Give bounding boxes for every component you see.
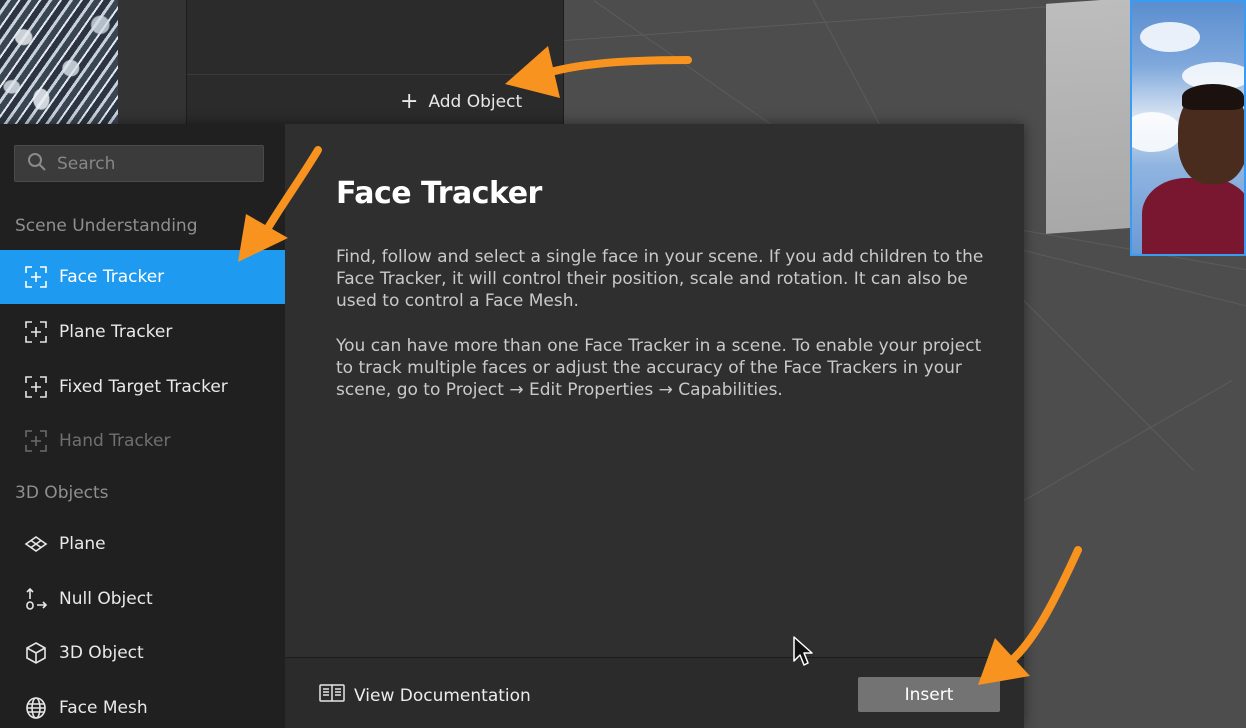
sidebar-item-plane[interactable]: Plane [0, 517, 285, 571]
sidebar-item-plane-tracker[interactable]: Plane Tracker [0, 305, 285, 359]
sidebar-item-label: Plane [59, 534, 106, 554]
section-label-3d-objects: 3D Objects [15, 483, 109, 503]
sidebar-item-face-tracker[interactable]: Face Tracker [0, 250, 285, 304]
search-input[interactable] [57, 153, 247, 174]
tracker-icon [23, 375, 48, 400]
sidebar-item-fixed-target-tracker[interactable]: Fixed Target Tracker [0, 360, 285, 414]
view-documentation-label: View Documentation [354, 685, 531, 706]
person-hair [1182, 84, 1244, 110]
grid-line [1023, 300, 1194, 471]
sidebar-item-label: 3D Object [59, 643, 144, 663]
tracker-icon [23, 429, 48, 454]
sidebar-item-label: Null Object [59, 589, 153, 609]
tracker-icon [23, 265, 48, 290]
grid-line [1023, 250, 1246, 310]
sidebar-item-hand-tracker[interactable]: Hand Tracker [0, 414, 285, 468]
sidebar-item-label: Face Tracker [59, 267, 165, 287]
panel-gap [118, 0, 186, 124]
detail-panel: Face Tracker Find, follow and select a s… [285, 124, 1024, 657]
book-icon [319, 683, 345, 708]
search-icon [27, 152, 47, 176]
add-object-label: Add Object [428, 92, 523, 112]
plus-icon: + [400, 89, 419, 114]
detail-description-capabilities: You can have more than one Face Tracker … [336, 336, 982, 400]
view-documentation-link[interactable]: View Documentation [319, 683, 531, 708]
plane-icon [23, 532, 48, 557]
camera-preview[interactable] [1130, 0, 1246, 256]
object-sidebar: Scene Understanding Face Tracker Plane T… [0, 124, 285, 728]
detail-title: Face Tracker [336, 176, 542, 211]
add-object-button[interactable]: + Add Object [400, 89, 523, 114]
tracker-icon [23, 320, 48, 345]
sidebar-item-3d-object[interactable]: 3D Object [0, 626, 285, 680]
sidebar-item-label: Face Mesh [59, 698, 148, 718]
sidebar-item-label: Fixed Target Tracker [59, 377, 228, 397]
cloud [1140, 22, 1200, 52]
asset-thumbnail[interactable] [0, 0, 118, 124]
cube-icon [23, 641, 48, 666]
grid-line [564, 3, 1083, 41]
detail-description: Find, follow and select a single face in… [336, 247, 984, 311]
null-object-icon [23, 587, 48, 612]
divider [187, 74, 563, 75]
grid-line [1024, 380, 1233, 501]
sidebar-item-null-object[interactable]: Null Object [0, 572, 285, 626]
app-window: + Add Object Scene [0, 0, 1246, 728]
sidebar-item-face-mesh[interactable]: Face Mesh [0, 681, 285, 728]
sidebar-item-label: Plane Tracker [59, 322, 173, 342]
cloud [1132, 112, 1182, 152]
add-object-dialog: Scene Understanding Face Tracker Plane T… [0, 124, 1024, 728]
sidebar-item-label: Hand Tracker [59, 431, 171, 451]
insert-button[interactable]: Insert [858, 677, 1000, 712]
dialog-footer: View Documentation Insert [285, 657, 1024, 728]
mouse-cursor-icon [793, 636, 813, 666]
person-shirt [1142, 178, 1244, 254]
face-mesh-icon [23, 696, 48, 721]
section-label-scene-understanding: Scene Understanding [15, 216, 198, 236]
search-box[interactable] [14, 145, 264, 182]
